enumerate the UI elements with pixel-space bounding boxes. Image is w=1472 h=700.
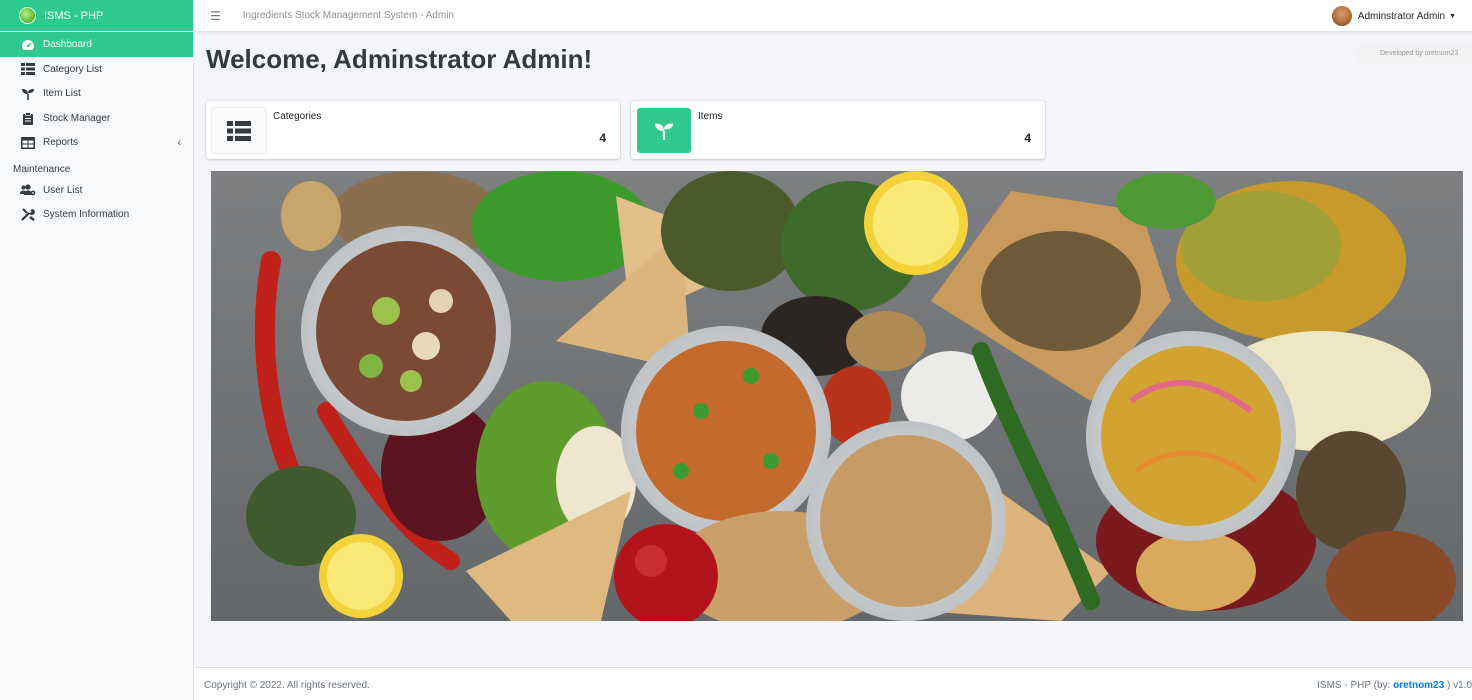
banner-image — [211, 171, 1463, 621]
info-box-value: 4 — [1024, 131, 1031, 145]
sidebar-item-label: Dashboard — [43, 39, 92, 50]
user-name: Adminstrator Admin — [1357, 10, 1446, 22]
seedling-icon — [637, 108, 691, 153]
footer: Copyright © 2022. All rights reserved. I… — [194, 667, 1472, 700]
app-title: Ingredients Stock Management System - Ad… — [242, 10, 454, 21]
info-box-label: Items — [698, 111, 723, 122]
page-title: Welcome, Adminstrator Admin! — [206, 44, 593, 74]
table-icon — [20, 136, 36, 150]
sidebar-item-system-information[interactable]: System Information — [0, 203, 193, 228]
caret-down-icon: ▼ — [1449, 12, 1456, 20]
sidebar-item-label: Category List — [43, 63, 102, 75]
footer-copyright: Copyright © 2022. All rights reserved. — [204, 680, 370, 691]
sidebar-item-label: Reports — [43, 137, 79, 149]
sidebar-item-label: Stock Manager — [43, 112, 111, 124]
sidebar-item-label: System Information — [43, 209, 130, 221]
maintenance-header: Maintenance — [13, 164, 71, 175]
sidebar-nav: Dashboard Category List Item List Stock … — [0, 31, 193, 227]
hamburger-menu-icon[interactable]: ☰ — [210, 9, 221, 23]
sidebar-item-item-list[interactable]: Item List — [0, 82, 193, 107]
th-list-icon — [20, 62, 36, 76]
footer-version: ISMS - PHP (by: oretnom23 ) v1.0 — [1317, 680, 1472, 691]
brand-name: ISMS - PHP — [44, 9, 104, 22]
users-cog-icon — [20, 183, 36, 197]
info-box-value: 4 — [599, 131, 606, 145]
brand-link[interactable]: ISMS - PHP — [0, 0, 193, 31]
sidebar-item-label: Item List — [43, 88, 81, 100]
tools-icon — [20, 208, 36, 222]
footer-version-suffix: ) v1.0 — [1444, 680, 1472, 691]
user-menu[interactable]: Adminstrator Admin ▼ — [1331, 6, 1456, 26]
top-navbar: ☰ Ingredients Stock Management System - … — [194, 0, 1472, 32]
sidebar-item-reports[interactable]: Reports ‹ — [0, 131, 193, 156]
footer-version-prefix: ISMS - PHP (by: — [1317, 680, 1394, 691]
info-box-items[interactable]: Items 4 — [631, 101, 1045, 159]
sidebar-item-label: User List — [43, 184, 83, 196]
info-box-categories[interactable]: Categories 4 — [206, 101, 620, 159]
info-box-label: Categories — [273, 111, 322, 122]
developer-note: Developed by oretnom23 — [1356, 42, 1472, 64]
brand-logo — [19, 7, 36, 24]
avatar — [1331, 6, 1352, 26]
food-spread-illustration — [246, 171, 1456, 621]
sidebar-item-dashboard[interactable]: Dashboard — [0, 32, 193, 57]
th-list-icon — [212, 108, 266, 153]
sidebar: ISMS - PHP Dashboard Category List Item … — [0, 0, 194, 700]
clipboard-icon — [20, 111, 36, 125]
sidebar-item-category-list[interactable]: Category List — [0, 57, 193, 82]
chevron-left-icon[interactable]: ‹ — [177, 137, 181, 149]
sidebar-item-stock-manager[interactable]: Stock Manager — [0, 106, 193, 131]
tachometer-icon — [20, 38, 36, 52]
sidebar-item-user-list[interactable]: User List — [0, 178, 193, 203]
seedling-icon — [20, 87, 36, 101]
author-link[interactable]: oretnom23 — [1393, 680, 1444, 691]
